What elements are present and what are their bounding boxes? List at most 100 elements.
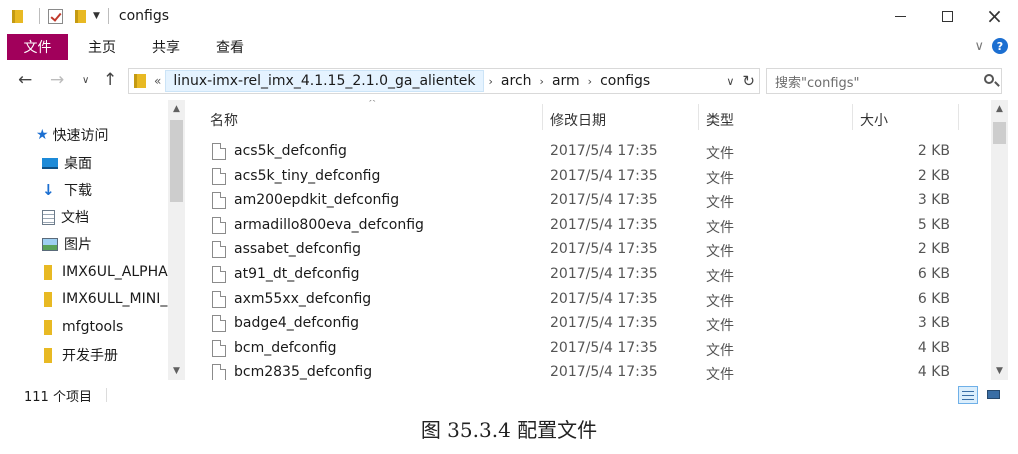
- details-view-icon: [962, 391, 974, 392]
- nav-item-folder[interactable]: 开发手册: [42, 342, 186, 368]
- breadcrumb-separator-icon[interactable]: ›: [535, 75, 549, 88]
- file-row[interactable]: armadillo800eva_defconfig 2017/5/4 17:35…: [190, 214, 950, 238]
- nav-label: 图片: [64, 237, 92, 253]
- file-list-scrollbar-thumb[interactable]: [993, 122, 1006, 144]
- up-arrow-icon[interactable]: ↑: [103, 70, 117, 90]
- nav-item-folder[interactable]: IMX6ULL_MINI_: [42, 286, 186, 312]
- file-row[interactable]: acs5k_defconfig 2017/5/4 17:35 文件 2 KB: [190, 140, 950, 164]
- file-row[interactable]: acs5k_tiny_defconfig 2017/5/4 17:35 文件 2…: [190, 165, 950, 189]
- breadcrumb-root[interactable]: linux-imx-rel_imx_4.1.15_2.1.0_ga_alient…: [165, 70, 484, 92]
- minimize-button[interactable]: [877, 0, 924, 32]
- file-type: 文件: [706, 146, 734, 162]
- nav-item-desktop[interactable]: 桌面 📌: [42, 150, 186, 176]
- window-controls: ×: [877, 0, 1018, 32]
- file-type: 文件: [706, 318, 734, 335]
- breadcrumb-item[interactable]: arm: [549, 73, 583, 89]
- file-icon: [212, 216, 226, 234]
- expand-ribbon-chevron-icon[interactable]: ∨: [974, 39, 984, 54]
- column-divider[interactable]: [698, 104, 699, 130]
- file-list-scrollbar[interactable]: ▲ ▼: [991, 100, 1008, 380]
- properties-icon[interactable]: [48, 8, 63, 24]
- file-type: 文件: [706, 269, 734, 285]
- column-header-type[interactable]: 类型: [706, 110, 734, 130]
- pictures-icon: [42, 237, 58, 251]
- file-row[interactable]: at91_dt_defconfig 2017/5/4 17:35 文件 6 KB: [190, 263, 950, 287]
- file-name: badge4_defconfig: [234, 315, 360, 332]
- breadcrumb-separator-icon[interactable]: ›: [583, 75, 597, 88]
- file-date: 2017/5/4 17:35: [550, 290, 658, 307]
- close-button[interactable]: ×: [971, 0, 1018, 32]
- address-dropdown-icon[interactable]: ∨: [726, 75, 734, 88]
- column-header-size[interactable]: 大小: [860, 110, 888, 130]
- nav-scrollbar-thumb[interactable]: [170, 120, 183, 202]
- breadcrumb-item[interactable]: configs: [597, 73, 653, 89]
- file-type: 文件: [706, 293, 734, 310]
- column-divider[interactable]: [542, 104, 543, 130]
- tab-home[interactable]: 主页: [72, 34, 132, 60]
- scroll-down-icon[interactable]: ▼: [168, 366, 185, 376]
- overflow-chevron-icon[interactable]: «: [154, 74, 161, 88]
- large-icons-view-button[interactable]: [984, 386, 1004, 404]
- file-row[interactable]: bcm_defconfig 2017/5/4 17:35 文件 4 KB: [190, 337, 950, 361]
- file-icon: [212, 315, 226, 333]
- details-view-button[interactable]: [958, 386, 978, 404]
- column-header-date[interactable]: 修改日期: [550, 110, 606, 130]
- nav-label: 开发手册: [62, 348, 118, 364]
- nav-label: mfgtools: [62, 319, 124, 335]
- figure-caption: 图 35.3.4 配置文件: [420, 418, 598, 442]
- file-row[interactable]: axm55xx_defconfig 2017/5/4 17:35 文件 6 KB: [190, 288, 950, 312]
- recent-locations-chevron-icon[interactable]: ∨: [82, 75, 89, 86]
- maximize-icon: [942, 10, 953, 22]
- search-placeholder: 搜索"configs": [775, 75, 860, 91]
- file-type: 文件: [706, 195, 734, 212]
- column-header-name[interactable]: 名称: [210, 110, 238, 130]
- address-bar[interactable]: « linux-imx-rel_imx_4.1.15_2.1.0_ga_alie…: [128, 68, 760, 94]
- scroll-up-icon[interactable]: ▲: [991, 104, 1008, 114]
- address-row: ← → ∨ ↑ « linux-imx-rel_imx_4.1.15_2.1.0…: [0, 66, 1018, 96]
- search-input[interactable]: 搜索"configs": [766, 68, 1002, 94]
- file-icon: [212, 143, 226, 160]
- help-icon[interactable]: ?: [992, 38, 1008, 54]
- new-folder-icon[interactable]: [75, 9, 86, 23]
- file-type: 文件: [706, 170, 734, 187]
- minimize-icon: [895, 15, 906, 17]
- nav-label: 下载: [64, 183, 92, 199]
- search-icon[interactable]: [984, 74, 994, 84]
- breadcrumb-separator-icon[interactable]: ›: [484, 75, 498, 88]
- refresh-icon[interactable]: ↻: [742, 72, 755, 90]
- explorer-window: ▼ configs × 文件 主页 共享 查看 ∨ ? ← → ∨ ↑ « li…: [0, 0, 1018, 412]
- nav-item-documents[interactable]: 文档 📌: [42, 204, 186, 230]
- file-date: 2017/5/4 17:35: [550, 315, 658, 332]
- breadcrumb-item[interactable]: arch: [498, 73, 535, 89]
- nav-label: 桌面: [64, 156, 92, 172]
- file-row[interactable]: bcm2835_defconfig 2017/5/4 17:35 文件 4 KB: [190, 361, 950, 380]
- customize-toolbar-dropdown-icon[interactable]: ▼: [93, 11, 100, 21]
- nav-item-downloads[interactable]: ↓ 下载 📌: [42, 177, 186, 203]
- tab-view[interactable]: 查看: [200, 34, 260, 60]
- scroll-down-icon[interactable]: ▼: [991, 366, 1008, 376]
- file-date: 2017/5/4 17:35: [550, 216, 658, 233]
- scroll-up-icon[interactable]: ▲: [168, 104, 185, 114]
- folder-icon: [44, 264, 52, 280]
- forward-arrow-icon[interactable]: →: [50, 70, 64, 90]
- maximize-button[interactable]: [924, 0, 971, 32]
- tab-share[interactable]: 共享: [136, 34, 196, 60]
- folder-icon: [134, 74, 146, 88]
- back-arrow-icon[interactable]: ←: [18, 70, 32, 90]
- file-row[interactable]: am200epdkit_defconfig 2017/5/4 17:35 文件 …: [190, 189, 950, 213]
- file-size: 3 KB: [917, 315, 950, 332]
- nav-scrollbar[interactable]: ▲ ▼: [168, 100, 185, 380]
- file-row[interactable]: assabet_defconfig 2017/5/4 17:35 文件 2 KB: [190, 238, 950, 262]
- nav-quick-access[interactable]: ★ 快速访问: [36, 122, 186, 148]
- tab-file[interactable]: 文件: [7, 34, 68, 60]
- nav-item-folder[interactable]: IMX6UL_ALPHA: [42, 259, 186, 285]
- column-divider[interactable]: [852, 104, 853, 130]
- nav-item-folder[interactable]: mfgtools: [42, 314, 186, 340]
- toolbar-divider: [107, 8, 109, 24]
- file-icon: [212, 266, 226, 283]
- file-row[interactable]: badge4_defconfig 2017/5/4 17:35 文件 3 KB: [190, 312, 950, 336]
- column-divider[interactable]: [958, 104, 959, 130]
- file-date: 2017/5/4 17:35: [550, 167, 658, 184]
- file-icon: [212, 290, 226, 308]
- nav-item-pictures[interactable]: 图片 📌: [42, 231, 186, 257]
